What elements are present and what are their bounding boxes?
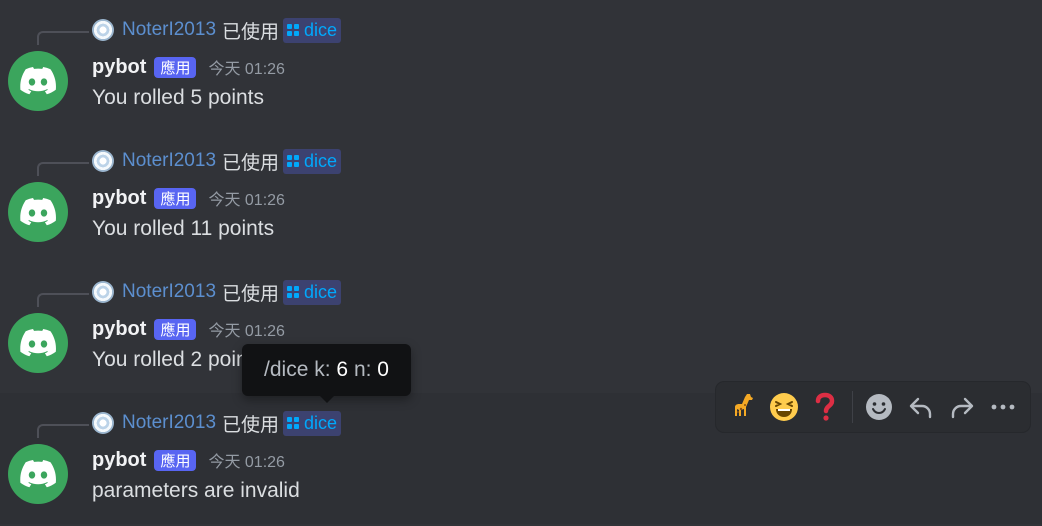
- giraffe-emoji-icon: [734, 394, 753, 416]
- slash-command-icon: [287, 417, 300, 429]
- slash-command-icon: [287, 155, 300, 167]
- discord-logo-icon: [20, 329, 56, 357]
- reply-spine: [37, 31, 89, 45]
- author-name[interactable]: pybot: [92, 56, 146, 79]
- command-mention[interactable]: dice: [283, 17, 342, 43]
- reply-spine: [37, 293, 89, 307]
- command-name: dice: [304, 19, 338, 40]
- more-options-button[interactable]: [983, 386, 1024, 428]
- forward-button[interactable]: [941, 386, 982, 428]
- add-reaction-button[interactable]: [859, 386, 900, 428]
- message-text: You rolled 5 points: [92, 86, 265, 109]
- reply-spine: [37, 162, 89, 176]
- message-text: parameters are invalid: [92, 479, 300, 502]
- reply-context[interactable]: NoterI2013 已使用 dice: [92, 410, 342, 436]
- app-badge: 應用: [154, 449, 197, 471]
- replied-user-avatar[interactable]: [92, 281, 114, 303]
- tooltip-command: /dice: [264, 358, 309, 381]
- question-mark-emoji-icon: [815, 392, 835, 421]
- bot-avatar[interactable]: [8, 444, 68, 504]
- app-badge: 應用: [154, 187, 197, 209]
- discord-logo-icon: [20, 198, 56, 226]
- tooltip-n-value: 0: [377, 358, 389, 381]
- timestamp: 今天 01:26: [208, 61, 285, 78]
- forward-icon: [951, 397, 974, 419]
- toolbar-divider: [851, 391, 853, 423]
- reply-button[interactable]: [900, 386, 941, 428]
- used-label: 已使用: [222, 21, 280, 43]
- used-label: 已使用: [222, 283, 280, 305]
- app-badge: 應用: [154, 56, 197, 78]
- replied-username[interactable]: NoterI2013: [122, 150, 216, 172]
- tooltip-k-value: 6: [336, 358, 349, 381]
- replied-user-avatar[interactable]: [92, 150, 114, 172]
- used-label: 已使用: [222, 414, 280, 436]
- slash-command-icon: [287, 24, 300, 36]
- slash-command-icon: [287, 286, 300, 298]
- author-name[interactable]: pybot: [92, 449, 146, 472]
- command-mention[interactable]: dice: [283, 279, 342, 305]
- author-name[interactable]: pybot: [92, 187, 146, 210]
- used-label: 已使用: [222, 152, 280, 174]
- laughing-emoji-icon: [769, 393, 798, 421]
- message-1[interactable]: NoterI2013 已使用 dice pybot 應用 今天 01:26 Yo…: [0, 0, 1042, 131]
- reply-context[interactable]: NoterI2013 已使用 dice: [92, 17, 342, 43]
- bot-avatar[interactable]: [8, 182, 68, 242]
- author-name[interactable]: pybot: [92, 318, 146, 341]
- more-icon: [991, 404, 1015, 410]
- timestamp: 今天 01:26: [208, 192, 285, 209]
- reply-context[interactable]: NoterI2013 已使用 dice: [92, 279, 342, 305]
- command-tooltip: /dice k: 6 n: 0: [242, 344, 411, 403]
- command-name: dice: [304, 281, 338, 302]
- tooltip-n-label: n:: [353, 358, 372, 381]
- reaction-giraffe-button[interactable]: [722, 386, 763, 428]
- replied-username[interactable]: NoterI2013: [122, 412, 216, 434]
- message-3[interactable]: NoterI2013 已使用 dice pybot 應用 今天 01:26 Yo…: [0, 262, 1042, 393]
- reply-icon: [909, 397, 931, 419]
- replied-username[interactable]: NoterI2013: [122, 19, 216, 41]
- command-name: dice: [304, 150, 338, 171]
- command-name: dice: [304, 412, 338, 433]
- tooltip-k-label: k:: [314, 358, 331, 381]
- command-mention[interactable]: dice: [283, 410, 342, 436]
- reaction-laughing-button[interactable]: [763, 386, 804, 428]
- replied-user-avatar[interactable]: [92, 19, 114, 41]
- bot-avatar[interactable]: [8, 51, 68, 111]
- reply-context[interactable]: NoterI2013 已使用 dice: [92, 148, 342, 174]
- discord-logo-icon: [20, 67, 56, 95]
- reply-spine: [37, 424, 89, 438]
- message-actions-toolbar: [716, 382, 1030, 432]
- message-text: You rolled 2 points: [92, 348, 265, 371]
- replied-username[interactable]: NoterI2013: [122, 281, 216, 303]
- message-text: You rolled 11 points: [92, 217, 275, 240]
- discord-logo-icon: [20, 460, 56, 488]
- app-badge: 應用: [154, 318, 197, 340]
- reaction-question-button[interactable]: [805, 386, 846, 428]
- command-mention[interactable]: dice: [283, 148, 342, 174]
- timestamp: 今天 01:26: [208, 454, 285, 471]
- replied-user-avatar[interactable]: [92, 412, 114, 434]
- bot-avatar[interactable]: [8, 313, 68, 373]
- add-reaction-icon: [866, 394, 893, 420]
- message-2[interactable]: NoterI2013 已使用 dice pybot 應用 今天 01:26 Yo…: [0, 131, 1042, 262]
- timestamp: 今天 01:26: [208, 323, 285, 340]
